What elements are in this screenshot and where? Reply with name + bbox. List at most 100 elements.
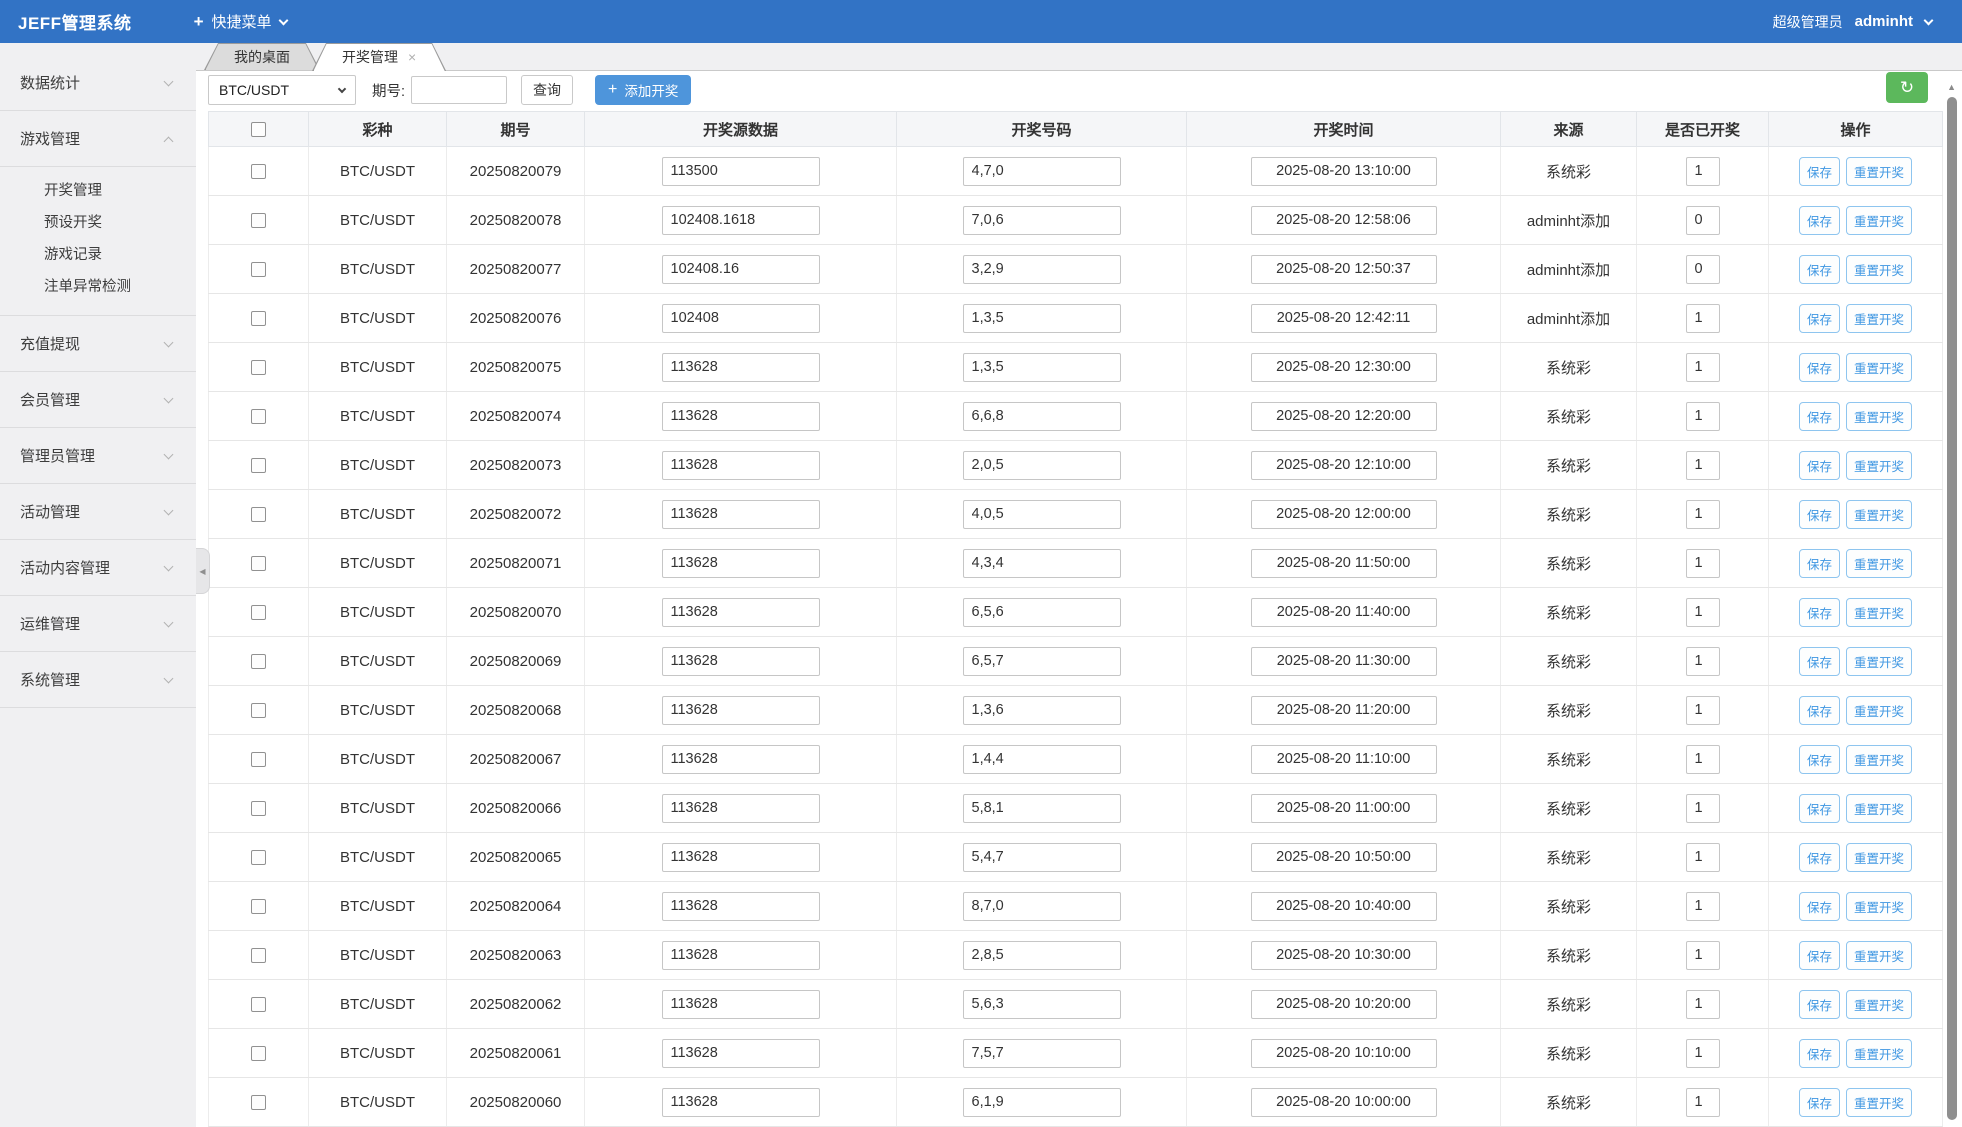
draw-time-input[interactable] — [1251, 647, 1437, 676]
reset-draw-button[interactable]: 重置开奖 — [1846, 1039, 1912, 1068]
source-data-input[interactable] — [662, 1088, 820, 1117]
drawn-flag-input[interactable] — [1686, 206, 1720, 235]
save-button[interactable]: 保存 — [1799, 1039, 1840, 1068]
source-data-input[interactable] — [662, 1039, 820, 1068]
drawn-flag-input[interactable] — [1686, 941, 1720, 970]
tab[interactable]: 我的桌面 — [204, 43, 320, 70]
reset-draw-button[interactable]: 重置开奖 — [1846, 549, 1912, 578]
draw-numbers-input[interactable] — [963, 843, 1121, 872]
sidebar-group[interactable]: 活动管理 — [0, 484, 196, 540]
sidebar-group[interactable]: 会员管理 — [0, 372, 196, 428]
row-checkbox[interactable] — [251, 654, 266, 669]
drawn-flag-input[interactable] — [1686, 1088, 1720, 1117]
source-data-input[interactable] — [662, 500, 820, 529]
row-checkbox[interactable] — [251, 605, 266, 620]
draw-numbers-input[interactable] — [963, 304, 1121, 333]
draw-numbers-input[interactable] — [963, 696, 1121, 725]
sidebar-group[interactable]: 充值提现 — [0, 316, 196, 372]
source-data-input[interactable] — [662, 794, 820, 823]
draw-time-input[interactable] — [1251, 1088, 1437, 1117]
sidebar-group[interactable]: 系统管理 — [0, 652, 196, 708]
save-button[interactable]: 保存 — [1799, 304, 1840, 333]
reset-draw-button[interactable]: 重置开奖 — [1846, 1088, 1912, 1117]
draw-time-input[interactable] — [1251, 1039, 1437, 1068]
row-checkbox[interactable] — [251, 262, 266, 277]
draw-time-input[interactable] — [1251, 990, 1437, 1019]
source-data-input[interactable] — [662, 745, 820, 774]
reset-draw-button[interactable]: 重置开奖 — [1846, 255, 1912, 284]
save-button[interactable]: 保存 — [1799, 990, 1840, 1019]
source-data-input[interactable] — [662, 549, 820, 578]
drawn-flag-input[interactable] — [1686, 843, 1720, 872]
source-data-input[interactable] — [662, 941, 820, 970]
draw-numbers-input[interactable] — [963, 647, 1121, 676]
save-button[interactable]: 保存 — [1799, 794, 1840, 823]
drawn-flag-input[interactable] — [1686, 1039, 1720, 1068]
draw-time-input[interactable] — [1251, 892, 1437, 921]
reset-draw-button[interactable]: 重置开奖 — [1846, 745, 1912, 774]
sidebar-group[interactable]: 管理员管理 — [0, 428, 196, 484]
drawn-flag-input[interactable] — [1686, 892, 1720, 921]
lottery-type-select[interactable]: BTC/USDT — [208, 75, 356, 105]
save-button[interactable]: 保存 — [1799, 549, 1840, 578]
save-button[interactable]: 保存 — [1799, 1088, 1840, 1117]
sidebar-group[interactable]: 数据统计 — [0, 55, 196, 111]
reset-draw-button[interactable]: 重置开奖 — [1846, 206, 1912, 235]
row-checkbox[interactable] — [251, 164, 266, 179]
add-draw-button[interactable]: + 添加开奖 — [595, 75, 691, 105]
source-data-input[interactable] — [662, 402, 820, 431]
source-data-input[interactable] — [662, 843, 820, 872]
source-data-input[interactable] — [662, 451, 820, 480]
save-button[interactable]: 保存 — [1799, 206, 1840, 235]
draw-time-input[interactable] — [1251, 304, 1437, 333]
save-button[interactable]: 保存 — [1799, 843, 1840, 872]
source-data-input[interactable] — [662, 353, 820, 382]
source-data-input[interactable] — [662, 304, 820, 333]
save-button[interactable]: 保存 — [1799, 500, 1840, 529]
draw-numbers-input[interactable] — [963, 892, 1121, 921]
reset-draw-button[interactable]: 重置开奖 — [1846, 990, 1912, 1019]
sidebar-item[interactable]: 预设开奖 — [0, 207, 196, 239]
draw-time-input[interactable] — [1251, 794, 1437, 823]
issue-number-input[interactable] — [411, 76, 507, 104]
drawn-flag-input[interactable] — [1686, 157, 1720, 186]
sidebar-collapse-handle[interactable]: ◀ — [196, 548, 210, 594]
row-checkbox[interactable] — [251, 458, 266, 473]
row-checkbox[interactable] — [251, 1095, 266, 1110]
draw-numbers-input[interactable] — [963, 206, 1121, 235]
drawn-flag-input[interactable] — [1686, 598, 1720, 627]
reset-draw-button[interactable]: 重置开奖 — [1846, 353, 1912, 382]
reset-draw-button[interactable]: 重置开奖 — [1846, 451, 1912, 480]
source-data-input[interactable] — [662, 206, 820, 235]
save-button[interactable]: 保存 — [1799, 451, 1840, 480]
row-checkbox[interactable] — [251, 507, 266, 522]
user-menu[interactable]: 超级管理员 adminht — [1773, 12, 1932, 32]
reset-draw-button[interactable]: 重置开奖 — [1846, 892, 1912, 921]
source-data-input[interactable] — [662, 255, 820, 284]
drawn-flag-input[interactable] — [1686, 304, 1720, 333]
draw-time-input[interactable] — [1251, 500, 1437, 529]
save-button[interactable]: 保存 — [1799, 157, 1840, 186]
drawn-flag-input[interactable] — [1686, 696, 1720, 725]
draw-numbers-input[interactable] — [963, 451, 1121, 480]
draw-numbers-input[interactable] — [963, 941, 1121, 970]
draw-time-input[interactable] — [1251, 157, 1437, 186]
save-button[interactable]: 保存 — [1799, 892, 1840, 921]
draw-numbers-input[interactable] — [963, 990, 1121, 1019]
draw-numbers-input[interactable] — [963, 353, 1121, 382]
reset-draw-button[interactable]: 重置开奖 — [1846, 157, 1912, 186]
drawn-flag-input[interactable] — [1686, 990, 1720, 1019]
reset-draw-button[interactable]: 重置开奖 — [1846, 794, 1912, 823]
reset-draw-button[interactable]: 重置开奖 — [1846, 647, 1912, 676]
row-checkbox[interactable] — [251, 801, 266, 816]
row-checkbox[interactable] — [251, 997, 266, 1012]
row-checkbox[interactable] — [251, 703, 266, 718]
source-data-input[interactable] — [662, 696, 820, 725]
drawn-flag-input[interactable] — [1686, 451, 1720, 480]
draw-numbers-input[interactable] — [963, 1039, 1121, 1068]
draw-numbers-input[interactable] — [963, 598, 1121, 627]
draw-time-input[interactable] — [1251, 549, 1437, 578]
save-button[interactable]: 保存 — [1799, 353, 1840, 382]
draw-time-input[interactable] — [1251, 353, 1437, 382]
drawn-flag-input[interactable] — [1686, 647, 1720, 676]
